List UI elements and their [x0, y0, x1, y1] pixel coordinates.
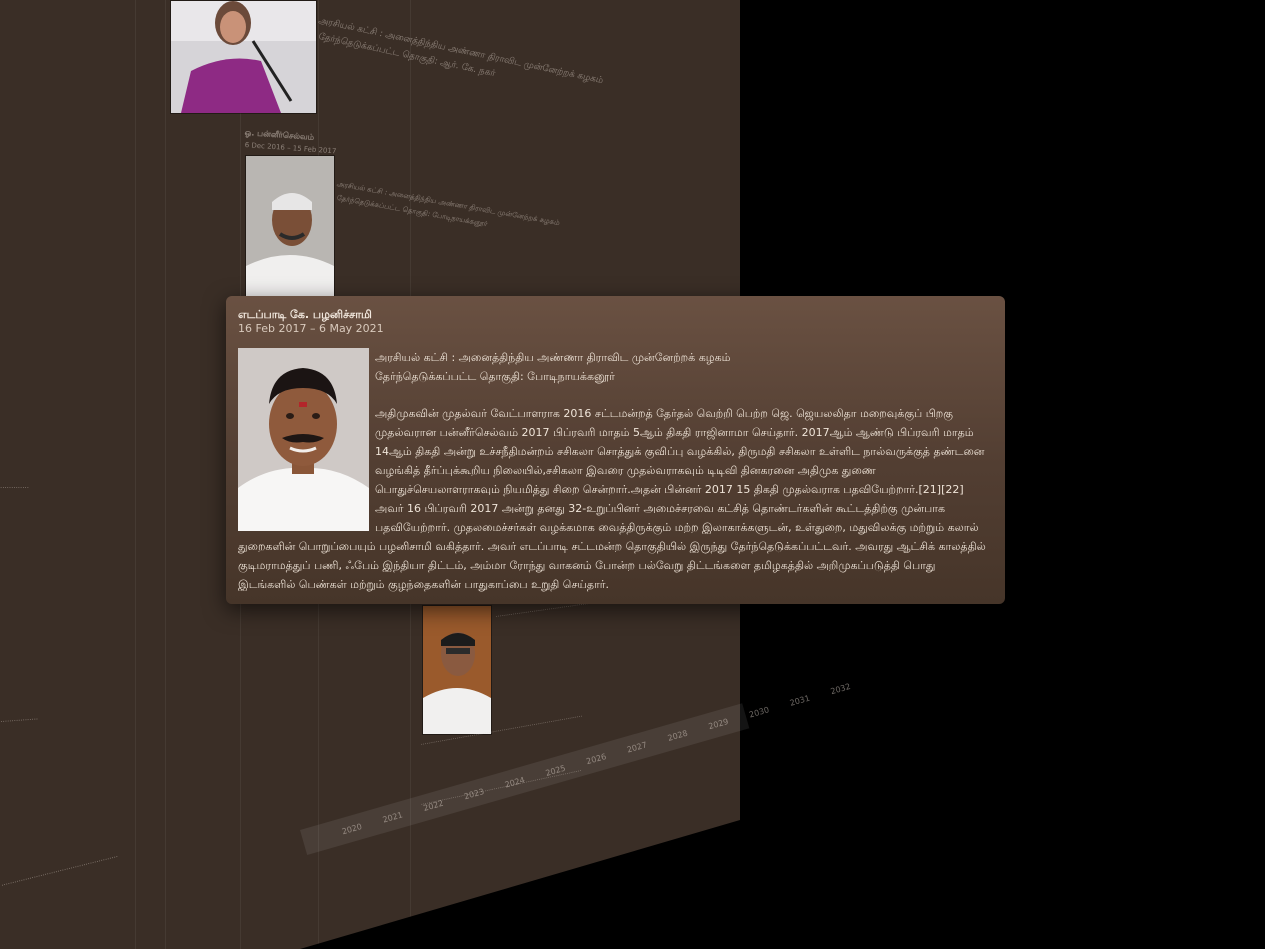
year-label: 2023 [462, 786, 486, 801]
active-leader-card[interactable]: எடப்பாடி கே. பழனிச்சாமி 16 Feb 2017 – 6 … [226, 296, 1005, 604]
year-label: 2029 [707, 716, 730, 731]
year-label: 2031 [788, 693, 811, 708]
year-label: 2032 [829, 681, 852, 696]
year-label: 2030 [747, 704, 771, 720]
year-label: 2026 [585, 751, 608, 766]
grid-line [165, 0, 166, 949]
far-left-text: ................. [0, 713, 39, 724]
card-photo-panneerselvam[interactable] [245, 155, 335, 297]
grid-line [135, 0, 136, 949]
far-left-text: ............. [0, 482, 29, 490]
far-left-text: ........................................… [0, 850, 119, 888]
year-label: 2025 [544, 763, 567, 778]
card-ops-name: ஓ. பன்னீர்செல்வம் [244, 128, 315, 142]
card-ops-dates: 6 Dec 2016 – 15 Feb 2017 [244, 141, 337, 156]
timeline-view: அரசியல் கட்சி : அனைத்திந்திய அண்ணா திராவ… [0, 0, 1265, 949]
card-photo-jayalalithaa[interactable] [170, 0, 317, 114]
leader-details: அரசியல் கட்சி : அனைத்திந்திய அண்ணா திராவ… [238, 348, 995, 594]
leader-term-dates: 16 Feb 2017 – 6 May 2021 [238, 322, 384, 335]
card-photo-stalin[interactable] [422, 605, 492, 735]
year-label: 2028 [666, 728, 689, 743]
year-label: 2027 [625, 739, 648, 755]
year-label: 2022 [422, 798, 445, 813]
leader-name: எடப்பாடி கே. பழனிச்சாமி [238, 308, 372, 321]
year-label: 2021 [381, 809, 404, 825]
year-label: 2024 [503, 774, 526, 790]
year-label: 2020 [340, 821, 363, 836]
